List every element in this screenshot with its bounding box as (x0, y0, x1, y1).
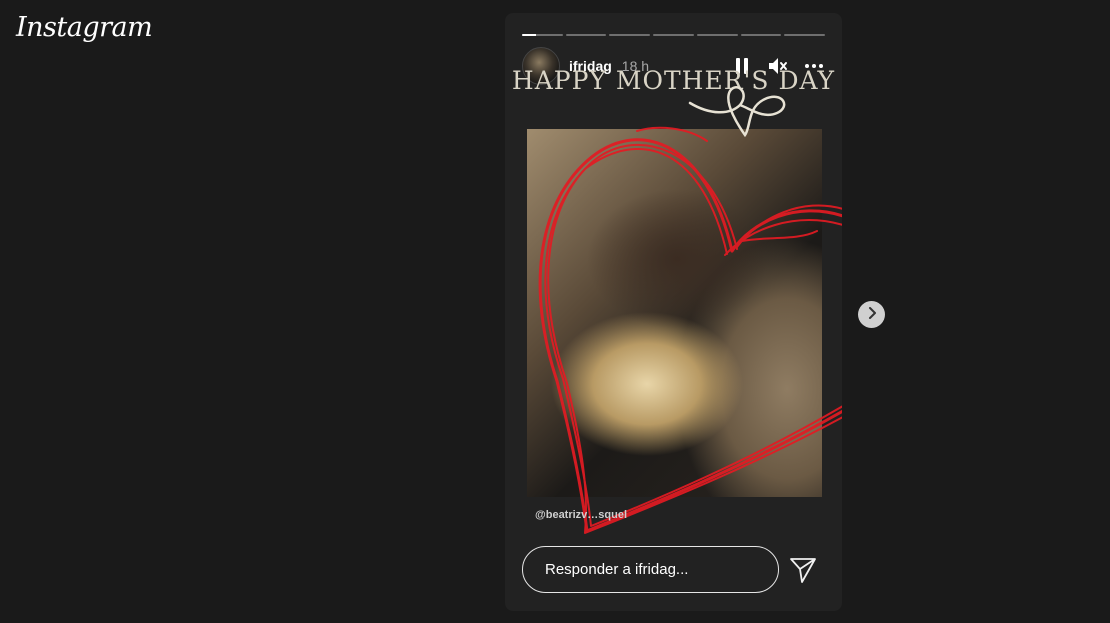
progress-segment (784, 34, 826, 36)
next-story-button[interactable] (858, 301, 885, 328)
progress-segment (696, 34, 738, 36)
reply-input[interactable] (522, 546, 779, 593)
chevron-right-icon (867, 306, 877, 324)
story-viewer: HAPPY MOTHER'S DAY ifridag 18 h @beatriz… (505, 13, 842, 611)
progress-segment (565, 34, 607, 36)
progress-segment (740, 34, 782, 36)
instagram-logo[interactable]: Instagram (16, 12, 153, 43)
progress-segment (522, 34, 563, 36)
story-progress-bar (522, 34, 826, 36)
progress-segment (653, 34, 694, 36)
heart-doodle (538, 126, 842, 534)
progress-segment (609, 34, 651, 36)
send-icon[interactable] (788, 555, 818, 585)
mention-tag[interactable]: @beatrizv…squel (535, 509, 627, 521)
